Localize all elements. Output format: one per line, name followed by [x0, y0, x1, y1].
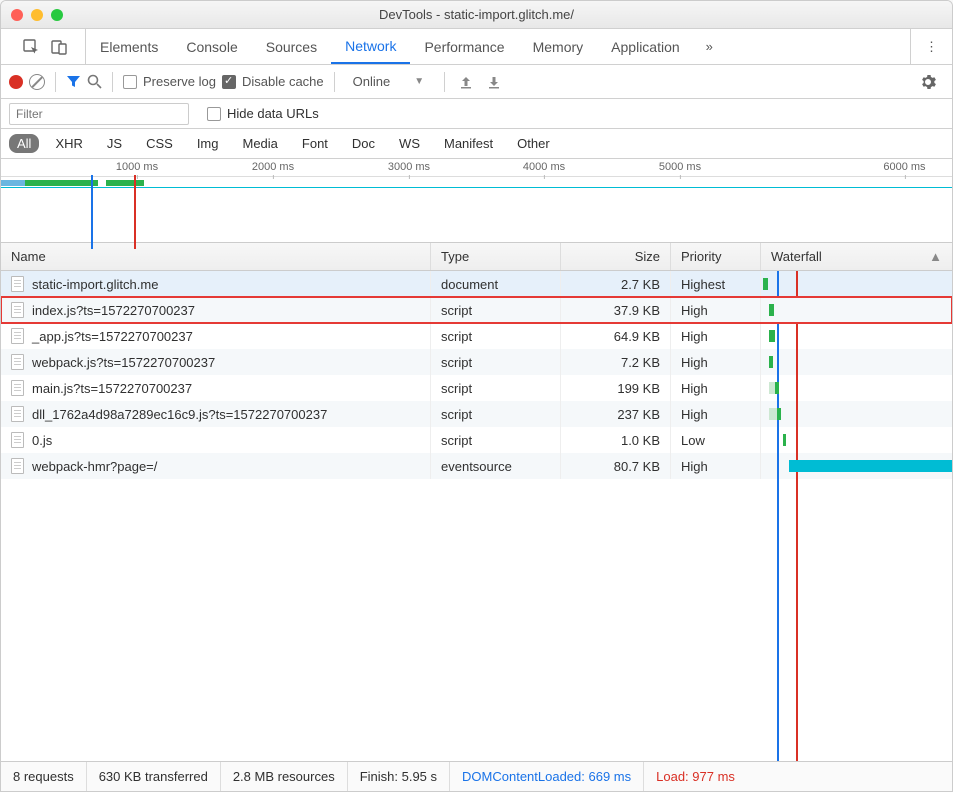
request-row[interactable]: 0.js script 1.0 KB Low [1, 427, 952, 453]
titlebar: DevTools - static-import.glitch.me/ [1, 1, 952, 29]
record-button[interactable] [9, 75, 23, 89]
file-icon [11, 354, 24, 370]
file-icon [11, 302, 24, 318]
filter-bar: Hide data URLs [1, 99, 952, 129]
type-filter-js[interactable]: JS [99, 134, 130, 153]
tab-elements[interactable]: Elements [86, 29, 172, 64]
status-dcl: DOMContentLoaded: 669 ms [450, 762, 644, 791]
tab-memory[interactable]: Memory [519, 29, 598, 64]
request-rows: static-import.glitch.me document 2.7 KB … [1, 271, 952, 761]
tab-network[interactable]: Network [331, 29, 410, 64]
request-row[interactable]: webpack-hmr?page=/ eventsource 80.7 KB H… [1, 453, 952, 479]
request-row[interactable]: webpack.js?ts=1572270700237 script 7.2 K… [1, 349, 952, 375]
timeline-tick: 1000 ms [116, 161, 158, 173]
status-bar: 8 requests 630 KB transferred 2.8 MB res… [1, 761, 952, 791]
col-name[interactable]: Name [1, 243, 431, 270]
throttling-dropdown-icon[interactable]: ▼ [404, 76, 434, 87]
status-load: Load: 977 ms [644, 762, 747, 791]
type-filter-img[interactable]: Img [189, 134, 227, 153]
request-row[interactable]: index.js?ts=1572270700237 script 37.9 KB… [1, 297, 952, 323]
request-row[interactable]: static-import.glitch.me document 2.7 KB … [1, 271, 952, 297]
inspect-element-icon[interactable] [17, 33, 45, 61]
timeline-tick: 6000 ms [883, 161, 925, 173]
file-icon [11, 406, 24, 422]
minimize-window-button[interactable] [31, 9, 43, 21]
col-size[interactable]: Size [561, 243, 671, 270]
throttling-select[interactable]: Online [345, 72, 399, 91]
close-window-button[interactable] [11, 9, 23, 21]
type-filter-doc[interactable]: Doc [344, 134, 383, 153]
type-filter-other[interactable]: Other [509, 134, 558, 153]
table-header: Name Type Size Priority Waterfall▲ [1, 243, 952, 271]
type-filter-bar: All XHR JS CSS Img Media Font Doc WS Man… [1, 129, 952, 159]
preserve-log-checkbox[interactable]: Preserve log [123, 74, 216, 89]
devtools-window: DevTools - static-import.glitch.me/ Elem… [0, 0, 953, 792]
status-finish: Finish: 5.95 s [348, 762, 450, 791]
search-icon[interactable] [87, 74, 102, 89]
tab-application[interactable]: Application [597, 29, 694, 64]
file-icon [11, 328, 24, 344]
request-row[interactable]: _app.js?ts=1572270700237 script 64.9 KB … [1, 323, 952, 349]
disable-cache-checkbox[interactable]: Disable cache [222, 74, 324, 89]
hide-data-urls-checkbox[interactable]: Hide data URLs [207, 106, 319, 121]
timeline-tick: 2000 ms [252, 161, 294, 173]
status-resources: 2.8 MB resources [221, 762, 348, 791]
upload-har-icon[interactable] [455, 75, 477, 89]
status-transferred: 630 KB transferred [87, 762, 221, 791]
timeline-tick: 5000 ms [659, 161, 701, 173]
tab-performance[interactable]: Performance [410, 29, 518, 64]
request-row[interactable]: main.js?ts=1572270700237 script 199 KB H… [1, 375, 952, 401]
more-tabs-button[interactable]: » [694, 39, 725, 54]
type-filter-ws[interactable]: WS [391, 134, 428, 153]
download-har-icon[interactable] [483, 75, 505, 89]
status-requests: 8 requests [1, 762, 87, 791]
request-row[interactable]: dll_1762a4d98a7289ec16c9.js?ts=157227070… [1, 401, 952, 427]
tab-sources[interactable]: Sources [252, 29, 331, 64]
timeline-tick: 3000 ms [388, 161, 430, 173]
type-filter-media[interactable]: Media [234, 134, 285, 153]
type-filter-manifest[interactable]: Manifest [436, 134, 501, 153]
tab-console[interactable]: Console [172, 29, 251, 64]
panel-tabs: Elements Console Sources Network Perform… [1, 29, 952, 65]
window-title: DevTools - static-import.glitch.me/ [1, 7, 952, 22]
type-filter-all[interactable]: All [9, 134, 39, 153]
zoom-window-button[interactable] [51, 9, 63, 21]
network-toolbar: Preserve log Disable cache Online ▼ [1, 65, 952, 99]
file-icon [11, 276, 24, 292]
type-filter-font[interactable]: Font [294, 134, 336, 153]
col-priority[interactable]: Priority [671, 243, 761, 270]
traffic-lights [11, 9, 63, 21]
file-icon [11, 380, 24, 396]
clear-button[interactable] [29, 74, 45, 90]
devtools-menu-button[interactable]: ⋮ [910, 29, 952, 64]
type-filter-xhr[interactable]: XHR [47, 134, 90, 153]
timeline-tick: 4000 ms [523, 161, 565, 173]
col-type[interactable]: Type [431, 243, 561, 270]
filter-toggle-icon[interactable] [66, 74, 81, 89]
timeline-overview[interactable]: 1000 ms 2000 ms 3000 ms 4000 ms 5000 ms … [1, 159, 952, 243]
file-icon [11, 432, 24, 448]
network-settings-icon[interactable] [912, 74, 944, 90]
file-icon [11, 458, 24, 474]
col-waterfall[interactable]: Waterfall▲ [761, 243, 952, 270]
device-toolbar-icon[interactable] [45, 33, 73, 61]
type-filter-css[interactable]: CSS [138, 134, 181, 153]
filter-input[interactable] [9, 103, 189, 125]
